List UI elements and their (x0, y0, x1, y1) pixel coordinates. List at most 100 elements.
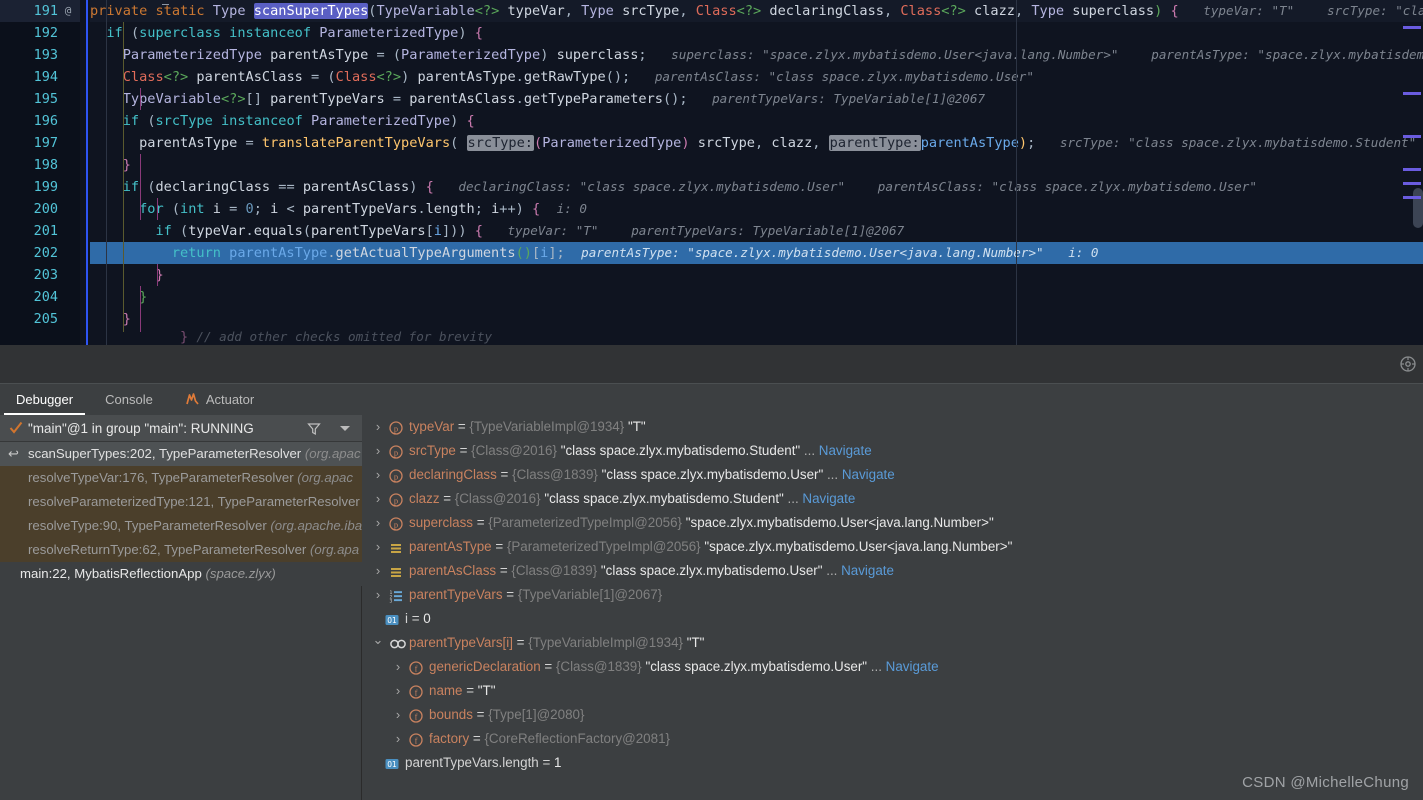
code-line-195[interactable]: TypeVariable<?>[] parentTypeVars = paren… (90, 88, 985, 110)
scrollbar-marker[interactable] (1403, 182, 1421, 185)
scrollbar-marker[interactable] (1403, 92, 1421, 95)
variable-row[interactable]: › f bounds = {Type[1]@2080} (363, 703, 1423, 727)
variable-row[interactable]: › p clazz = {Class@2016} "class space.zlyx… (363, 487, 1423, 511)
variable-row[interactable]: › parentAsClass = {Class@1839} "class spa… (363, 559, 1423, 583)
chevron-right-icon[interactable]: › (391, 703, 405, 727)
variable-row[interactable]: › f factory = {CoreReflectionFactory@2081} (363, 727, 1423, 751)
inline-hint: parentTypeVars: TypeVariable[1]@2067 (631, 223, 905, 238)
chevron-right-icon[interactable]: › (371, 511, 385, 535)
variable-row[interactable]: › parentAsType = {ParameterizedTypeImpl@2… (363, 535, 1423, 559)
scrollbar-marker[interactable] (1403, 135, 1421, 138)
code-line-199[interactable]: if (declaringClass == parentAsClass) { d… (90, 176, 1257, 198)
code-editor[interactable]: private static Type scanSuperTypes(TypeV… (0, 0, 1423, 345)
variable-name: genericDeclaration (429, 659, 541, 674)
stack-frame[interactable]: main:22, MybatisReflectionApp (space.zly… (0, 562, 362, 586)
stack-frame[interactable]: ↩ scanSuperTypes:202, TypeParameterResolv… (0, 442, 362, 466)
navigate-link[interactable]: Navigate (842, 467, 895, 482)
tab-actuator[interactable]: Actuator (169, 384, 270, 415)
variable-name: srcType (409, 443, 456, 458)
chevron-right-icon[interactable]: › (371, 559, 385, 583)
navigate-link[interactable]: Navigate (802, 491, 855, 506)
debug-tab-bar[interactable]: Debugger Console Actuator (0, 384, 1423, 415)
annotation-gutter-icon[interactable]: @ (60, 0, 76, 22)
code-line-201[interactable]: if (typeVar.equals(parentTypeVars[i])) {… (90, 220, 904, 242)
chevron-right-icon[interactable]: › (391, 727, 405, 751)
code-line-200[interactable]: for (int i = 0; i < parentTypeVars.lengt… (90, 198, 587, 220)
code-line-202[interactable]: return parentAsType.getActualTypeArgumen… (90, 242, 1099, 264)
code-line-193[interactable]: ParameterizedType parentAsType = (Parame… (90, 44, 1423, 66)
code-line-204[interactable]: } (90, 286, 147, 308)
code-line-203[interactable]: } (90, 264, 163, 286)
editor-gutter[interactable]: 191 @ 192 193 194 195 196 197 198 199 20… (0, 0, 80, 345)
navigate-link[interactable]: Navigate (841, 563, 894, 578)
variable-row[interactable]: › p srcType = {Class@2016} "class space.zl… (363, 439, 1423, 463)
chevron-right-icon[interactable]: › (371, 487, 385, 511)
chevron-down-icon[interactable]: ⌄ (371, 631, 385, 655)
scrollbar-marker[interactable] (1403, 26, 1421, 29)
svg-text:f: f (415, 663, 418, 673)
code-line-198[interactable]: } (90, 154, 131, 176)
stack-frame[interactable]: resolveReturnType:62, TypeParameterResol… (0, 538, 362, 562)
current-frame-icon: ↩ (8, 446, 19, 461)
filter-icon[interactable] (306, 421, 322, 437)
chevron-right-icon[interactable]: › (371, 415, 385, 439)
code-line-196[interactable]: if (srcType instanceof ParameterizedType… (90, 110, 475, 132)
fold-collapse-icon[interactable] (162, 4, 169, 5)
svg-text:f: f (415, 711, 418, 721)
variable-name: typeVar (409, 419, 455, 434)
variable-row[interactable]: 01 i = 0 (363, 607, 1423, 631)
variable-text: name = "T" (429, 683, 496, 698)
navigate-link[interactable]: Navigate (886, 659, 939, 674)
chevron-right-icon[interactable]: › (371, 463, 385, 487)
editor-text[interactable]: private static Type scanSuperTypes(TypeV… (90, 0, 1423, 345)
chevron-right-icon[interactable]: › (371, 439, 385, 463)
variable-row[interactable]: › f genericDeclaration = {Class@1839} "cla… (363, 655, 1423, 679)
settings-gear-icon[interactable] (1399, 355, 1417, 373)
tab-console[interactable]: Console (89, 384, 169, 415)
code-line-197[interactable]: parentAsType = translateParentTypeVars( … (90, 132, 1416, 154)
chevron-right-icon[interactable]: › (371, 535, 385, 559)
code-line-194[interactable]: Class<?> parentAsClass = (Class<?>) pare… (90, 66, 1034, 88)
variable-row[interactable]: › p declaringClass = {Class@1839} "class s… (363, 463, 1423, 487)
variables-tree[interactable]: › p typeVar = {TypeVariableImpl@1934} "T" ›… (363, 415, 1423, 800)
code-line-205[interactable]: } (90, 308, 131, 330)
variable-row[interactable]: 01 parentTypeVars.length = 1 (363, 751, 1423, 775)
debug-tool-window[interactable]: Debugger Console Actuator "main"@1 in gr… (0, 383, 1423, 800)
variable-text: declaringClass = {Class@1839} "class spa… (409, 467, 895, 482)
variable-row[interactable]: › p typeVar = {TypeVariableImpl@1934} "T" (363, 415, 1423, 439)
variable-value: "T" (477, 683, 496, 698)
stack-frame[interactable]: resolveParameterizedType:121, TypeParame… (0, 490, 362, 514)
chevron-right-icon[interactable]: › (391, 655, 405, 679)
call-stack-list[interactable]: ↩ scanSuperTypes:202, TypeParameterResolv… (0, 442, 362, 800)
variable-type: {Class@1839} (512, 467, 598, 482)
stack-frame[interactable]: resolveType:90, TypeParameterResolver (o… (0, 514, 362, 538)
variable-row[interactable]: › f name = "T" (363, 679, 1423, 703)
code-line-206-partial[interactable]: } // add other checks omitted for brevit… (180, 330, 1423, 344)
chevron-right-icon[interactable]: › (391, 679, 405, 703)
line-number-204: 204 (33, 289, 58, 305)
variable-row[interactable]: › p superclass = {ParameterizedTypeImpl@20… (363, 511, 1423, 535)
field-icon: f (409, 731, 425, 747)
tab-debugger[interactable]: Debugger (0, 384, 89, 415)
variable-row[interactable]: › 1 2 3 parentTypeVars = {TypeVariable[1]@20… (363, 583, 1423, 607)
stack-frame-package: (org.apac (297, 470, 353, 485)
thread-selector[interactable]: "main"@1 in group "main": RUNNING (0, 415, 362, 442)
scrollbar-marker[interactable] (1403, 196, 1421, 199)
field-icon: f (409, 659, 425, 675)
editor-vertical-scrollbar[interactable] (1413, 188, 1423, 228)
scrollbar-marker[interactable] (1403, 168, 1421, 171)
code-folding-gutter[interactable] (80, 0, 169, 345)
stack-frame[interactable]: resolveTypeVar:176, TypeParameterResolve… (0, 466, 362, 490)
code-line-191[interactable]: private static Type scanSuperTypes(TypeV… (90, 0, 1423, 22)
variable-type: {TypeVariableImpl@1934} (528, 635, 684, 650)
variable-row[interactable]: ⌄ parentTypeVars[i] = {TypeVariableImpl@1… (363, 631, 1423, 655)
navigate-link[interactable]: Navigate (819, 443, 872, 458)
chevron-right-icon[interactable]: › (371, 583, 385, 607)
line-number-191: 191 (33, 3, 58, 19)
variable-text: parentAsType = {ParameterizedTypeImpl@20… (409, 539, 1013, 554)
tab-console-label: Console (105, 392, 153, 407)
code-line-192[interactable]: if (superclass instanceof ParameterizedT… (90, 22, 483, 44)
chevron-down-icon[interactable] (340, 426, 350, 431)
frames-pane[interactable]: "main"@1 in group "main": RUNNING ↩ scanS… (0, 415, 362, 800)
variable-text: parentTypeVars[i] = {TypeVariableImpl@19… (409, 635, 705, 650)
